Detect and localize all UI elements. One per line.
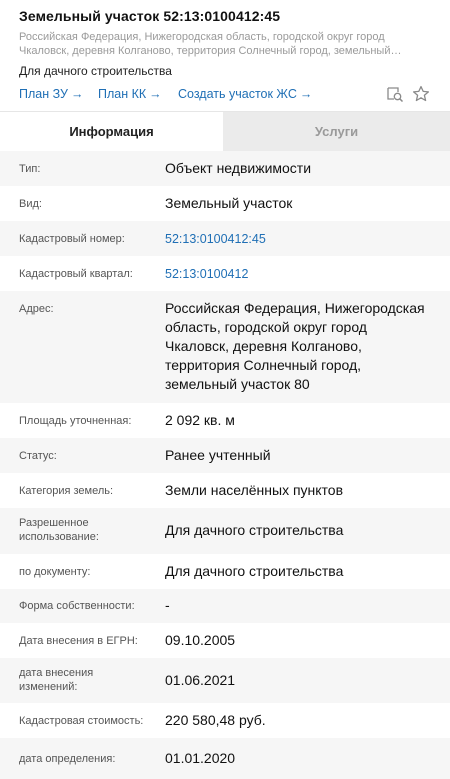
arrow-right-icon: → <box>299 87 313 101</box>
object-purpose: Для дачного строительства <box>19 64 172 78</box>
info-row-change-date: дата внесения изменений: 01.06.2021 <box>0 658 450 703</box>
info-row-cadastral-quarter: Кадастровый квартал: 52:13:0100412 <box>0 256 450 291</box>
info-label: Категория земель: <box>19 485 114 497</box>
create-zhs-link[interactable]: Создать участок ЖС → <box>178 87 312 101</box>
info-row-cadastral-value: Кадастровая стоимость: 220 580,48 руб. <box>0 703 450 738</box>
info-value: 01.06.2021 <box>165 672 236 688</box>
tab-services[interactable]: Услуги <box>223 112 450 151</box>
info-value: 09.10.2005 <box>165 632 236 648</box>
arrow-right-icon: → <box>70 87 84 101</box>
info-row-by-document: по документу: Для дачного строительства <box>0 554 450 589</box>
tab-bar: Информация Услуги <box>0 112 450 151</box>
info-row-type: Тип: Объект недвижимости <box>0 151 450 186</box>
plan-zu-label: План ЗУ <box>19 87 68 101</box>
info-label: Форма собственности: <box>19 600 135 612</box>
object-address-short: Российская Федерация, Нижегородская обла… <box>19 31 402 57</box>
info-row-status: Статус: Ранее учтенный <box>0 438 450 473</box>
info-label: Тип: <box>19 163 41 175</box>
info-label: дата определения: <box>19 753 116 765</box>
plan-zu-link[interactable]: План ЗУ → <box>19 87 83 101</box>
tab-information[interactable]: Информация <box>0 112 223 151</box>
info-row-area: Площадь уточненная: 2 092 кв. м <box>0 403 450 438</box>
create-zhs-label: Создать участок ЖС <box>178 87 297 101</box>
info-value: Для дачного строительства <box>165 522 344 538</box>
info-value: Ранее учтенный <box>165 447 271 463</box>
cadastral-number-link[interactable]: 52:13:0100412:45 <box>165 230 427 249</box>
star-icon[interactable] <box>412 85 430 103</box>
info-label: Адрес: <box>19 303 54 315</box>
header-actions <box>386 85 430 103</box>
info-row-kind: Вид: Земельный участок <box>0 186 450 221</box>
info-label: Кадастровый номер: <box>19 233 125 245</box>
info-value: 220 580,48 руб. <box>165 712 266 728</box>
info-value: Земли населённых пунктов <box>165 482 344 498</box>
info-label: Разрешенное использование: <box>19 517 99 543</box>
info-row-valuation-date: дата определения: 01.01.2020 <box>0 738 450 779</box>
info-row-egrn-date: Дата внесения в ЕГРН: 09.10.2005 <box>0 623 450 658</box>
zoom-to-object-icon[interactable] <box>386 85 404 103</box>
info-value: Объект недвижимости <box>165 160 312 176</box>
info-value: Для дачного строительства <box>165 563 344 579</box>
info-label: дата внесения изменений: <box>19 667 94 693</box>
arrow-right-icon: → <box>149 87 162 101</box>
info-label: Вид: <box>19 198 42 210</box>
info-label: по документу: <box>19 566 91 578</box>
info-label: Кадастровый квартал: <box>19 268 133 280</box>
plan-kk-link[interactable]: План КК → <box>98 87 162 101</box>
object-header: Земельный участок 52:13:0100412:45 Росси… <box>0 0 450 112</box>
cadastral-quarter-link[interactable]: 52:13:0100412 <box>165 265 427 284</box>
info-value: 01.01.2020 <box>165 750 236 766</box>
info-row-cadastral-number: Кадастровый номер: 52:13:0100412:45 <box>0 221 450 256</box>
info-label: Дата внесения в ЕГРН: <box>19 635 138 647</box>
info-value: 2 092 кв. м <box>165 412 235 428</box>
info-label: Площадь уточненная: <box>19 415 132 427</box>
info-row-permitted-use: Разрешенное использование: Для дачного с… <box>0 508 450 554</box>
plan-kk-label: План КК <box>98 87 147 101</box>
info-value: Российская Федерация, Нижегородская обла… <box>165 300 425 392</box>
object-title: Земельный участок 52:13:0100412:45 <box>19 8 281 24</box>
info-label: Статус: <box>19 450 57 462</box>
info-row-address: Адрес: Российская Федерация, Нижегородск… <box>0 291 450 403</box>
info-row-land-category: Категория земель: Земли населённых пункт… <box>0 473 450 508</box>
info-row-ownership-form: Форма собственности: - <box>0 589 450 623</box>
info-value: - <box>165 597 170 613</box>
info-value: Земельный участок <box>165 195 293 211</box>
info-label: Кадастровая стоимость: <box>19 715 144 727</box>
